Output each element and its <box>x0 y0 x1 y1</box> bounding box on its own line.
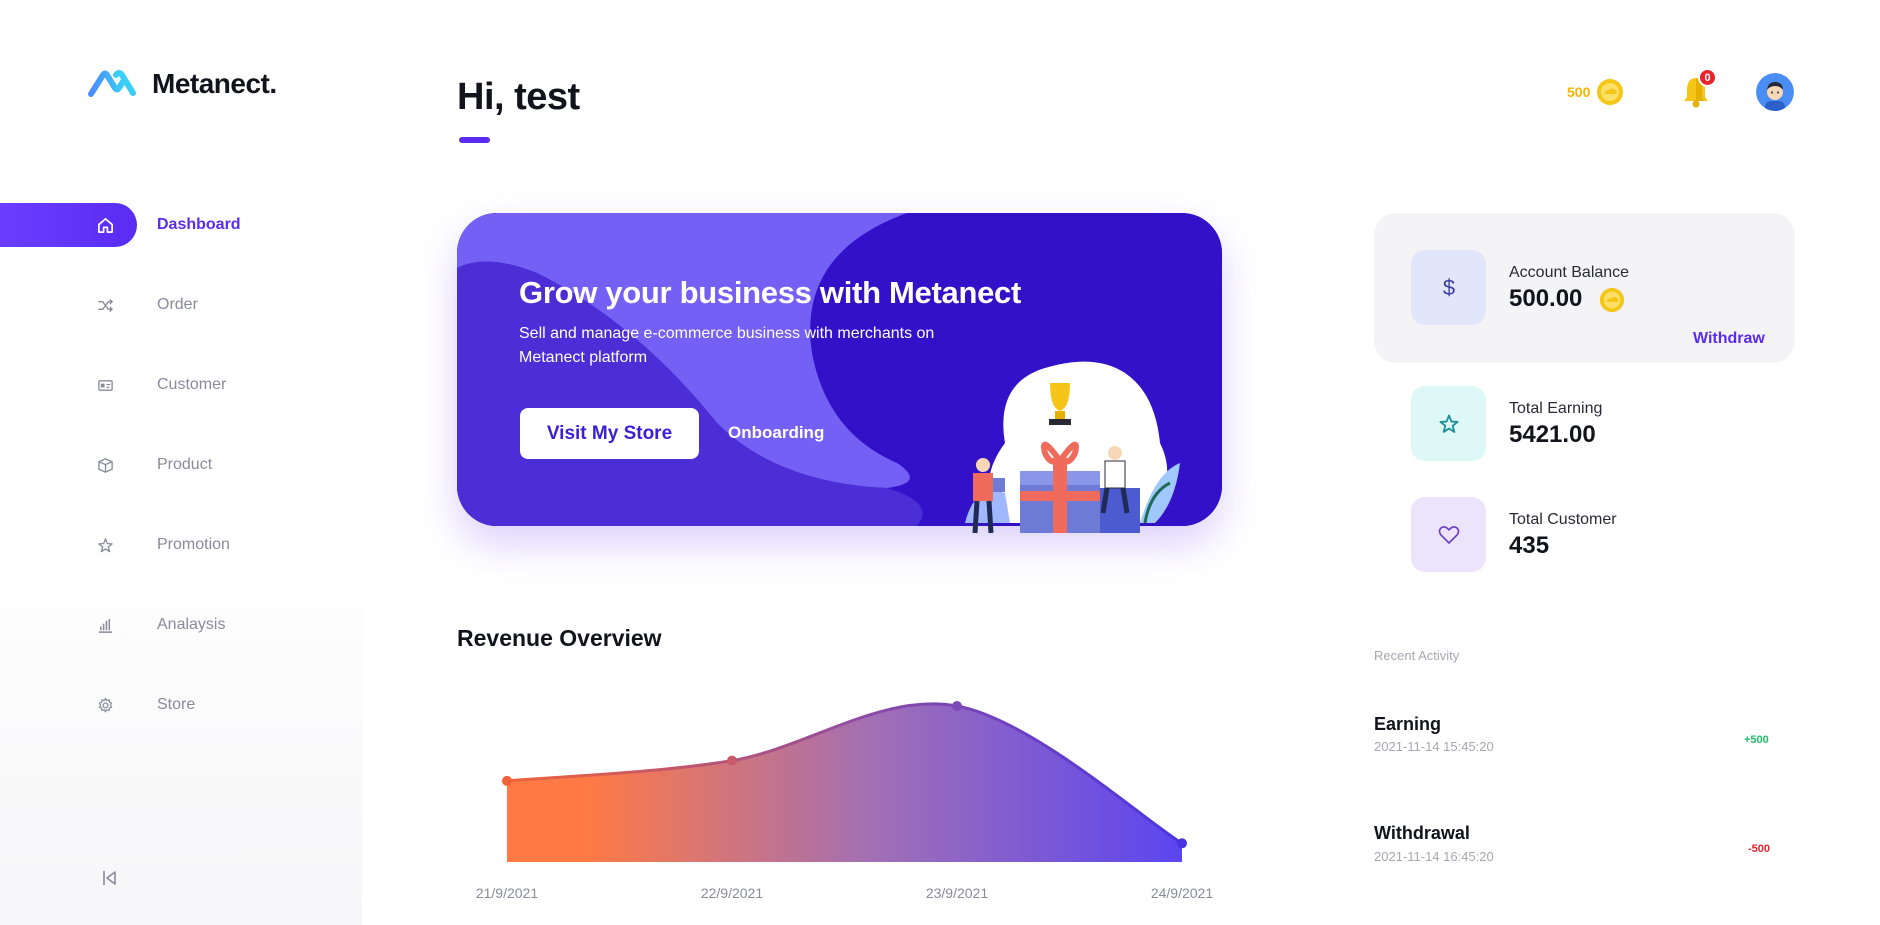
visit-store-button[interactable]: Visit My Store <box>520 408 699 459</box>
recent-activity-title: Recent Activity <box>1374 648 1460 663</box>
chart-point[interactable] <box>952 701 962 711</box>
gift-illustration-icon <box>965 361 1180 534</box>
activity-amount: -500 <box>1748 843 1771 855</box>
balance-value: 500.00 <box>1509 285 1583 312</box>
star-icon <box>96 536 114 554</box>
sidebar-item-analysis[interactable]: Analaysis <box>0 603 362 647</box>
id-card-icon <box>96 376 114 394</box>
chart-x-tick-label: 24/9/2021 <box>1151 885 1213 901</box>
sidebar-nav: Dashboard Order Customer Product Promoti… <box>0 203 362 763</box>
sidebar-item-label: Dashboard <box>157 216 241 233</box>
gear-icon <box>96 696 114 714</box>
chart-point[interactable] <box>1177 838 1187 849</box>
banner-subtitle: Sell and manage e-commerce business with… <box>519 325 935 366</box>
total-customer-label: Total Customer <box>1509 511 1617 528</box>
sidebar-item-promotion[interactable]: Promotion <box>0 523 362 567</box>
sidebar-item-product[interactable]: Product <box>0 443 362 487</box>
chart-x-tick-label: 23/9/2021 <box>926 885 988 901</box>
brand-name: Metanect. <box>152 68 277 99</box>
total-earning-value: 5421.00 <box>1509 421 1596 448</box>
coin-count: 500 <box>1567 84 1591 100</box>
activity-time: 2021-11-14 16:45:20 <box>1374 849 1494 864</box>
sidebar-item-customer[interactable]: Customer <box>0 363 362 407</box>
dollar-icon: $ <box>1411 250 1486 325</box>
coin-balance[interactable]: 500 <box>1567 78 1624 106</box>
shuffle-icon <box>96 296 114 314</box>
sidebar-item-order[interactable]: Order <box>0 283 362 327</box>
activity-amount: +500 <box>1744 734 1769 746</box>
user-avatar-icon <box>1756 73 1794 111</box>
chart-x-ticks: 21/9/2021 22/9/2021 23/9/2021 24/9/2021 <box>476 885 1213 901</box>
balance-label: Account Balance <box>1509 264 1630 281</box>
page-title: Hi, test <box>457 76 580 118</box>
notification-badge: 0 <box>1698 68 1717 87</box>
activity-title: Withdrawal <box>1374 823 1470 843</box>
withdraw-button[interactable]: Withdraw <box>1693 330 1765 348</box>
revenue-area-chart: 21/9/2021 22/9/2021 23/9/2021 24/9/2021 <box>476 701 1213 901</box>
sidebar-item-label: Analaysis <box>157 616 226 633</box>
app: Metanect. Dashboard Order Customer Produ… <box>0 0 1880 925</box>
svg-text:$: $ <box>1442 275 1454 300</box>
chart-x-tick-label: 22/9/2021 <box>701 885 763 901</box>
sidebar-item-label: Customer <box>157 376 227 393</box>
star-icon <box>1411 386 1486 461</box>
total-earning-label: Total Earning <box>1509 400 1603 417</box>
brand-logo[interactable]: Metanect. <box>86 66 277 102</box>
chart-point[interactable] <box>727 755 737 766</box>
active-indicator <box>0 203 137 247</box>
activity-time: 2021-11-14 15:45:20 <box>1374 739 1494 754</box>
coin-icon <box>1597 79 1624 105</box>
total-customer-value: 435 <box>1509 532 1550 559</box>
chart-area-fill <box>507 703 1182 862</box>
title-underline <box>459 137 490 143</box>
box-icon <box>96 456 114 474</box>
onboarding-link[interactable]: Onboarding <box>728 423 824 443</box>
sidebar-item-label: Promotion <box>157 536 230 553</box>
avatar[interactable] <box>1756 73 1794 111</box>
activity-title: Earning <box>1374 714 1442 734</box>
chart-x-tick-label: 21/9/2021 <box>476 885 538 901</box>
collapse-left-icon[interactable] <box>100 868 120 888</box>
sidebar-item-label: Order <box>157 296 198 313</box>
sidebar-item-label: Store <box>157 696 196 713</box>
banner-title: Grow your business with Metanect <box>519 275 1021 310</box>
revenue-title: Revenue Overview <box>457 625 662 651</box>
chart-area-layer <box>506 702 1183 862</box>
sidebar-item-label: Product <box>157 456 213 473</box>
sidebar-item-dashboard[interactable]: Dashboard <box>0 203 362 247</box>
home-icon <box>96 216 114 234</box>
sidebar-item-store[interactable]: Store <box>0 683 362 727</box>
chart-point[interactable] <box>502 775 512 786</box>
heart-icon <box>1411 497 1486 572</box>
coin-icon <box>1599 287 1625 313</box>
metanect-logo-icon <box>88 70 136 97</box>
bar-chart-icon <box>96 616 114 634</box>
sidebar: Metanect. Dashboard Order Customer Produ… <box>0 0 362 925</box>
